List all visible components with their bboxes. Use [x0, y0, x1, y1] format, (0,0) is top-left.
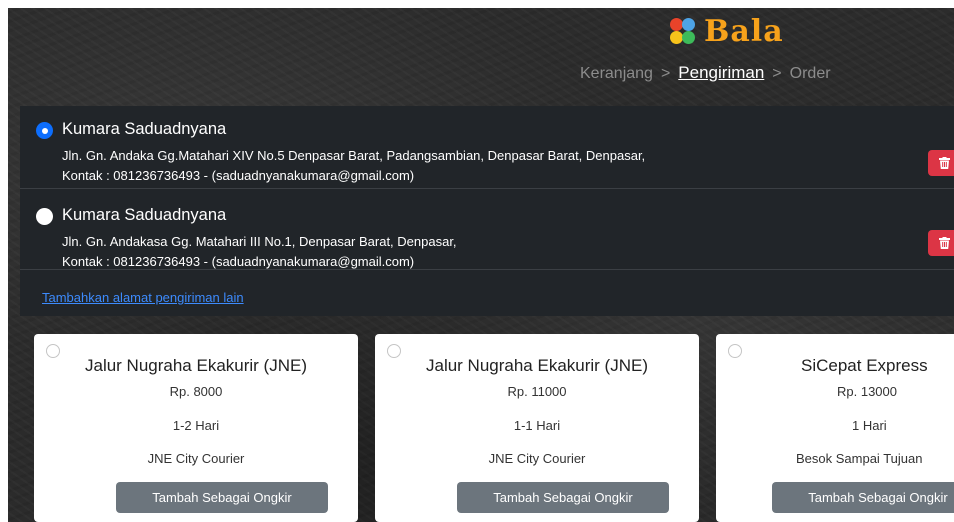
courier-price: Rp. 13000: [837, 384, 897, 399]
courier-name: SiCepat Express: [801, 356, 928, 375]
address-line: Jln. Gn. Andakasa Gg. Matahari III No.1,…: [62, 234, 457, 249]
brand-logo[interactable]: Bala: [668, 14, 784, 49]
courier-name: Jalur Nugraha Ekakurir (JNE): [84, 356, 307, 375]
courier-service: Besok Sampai Tujuan: [796, 451, 923, 466]
courier-radio[interactable]: [728, 344, 742, 358]
brand-name: Bala: [704, 14, 784, 49]
courier-service: JNE City Courier: [147, 451, 245, 466]
courier-card[interactable]: Jalur Nugraha Ekakurir (JNE) Rp. 8000 1-…: [34, 334, 358, 522]
breadcrumb-pengiriman[interactable]: Pengiriman: [678, 63, 764, 82]
address-contact: Kontak : 081236736493 - (saduadnyanakuma…: [62, 254, 415, 269]
add-shipping-button[interactable]: Tambah Sebagai Ongkir: [116, 482, 328, 513]
breadcrumb-order[interactable]: Order: [790, 65, 831, 82]
delete-address-button[interactable]: [928, 230, 954, 256]
address-item[interactable]: Kumara Saduadnyana Jln. Gn. Andaka Gg.Ma…: [20, 106, 954, 189]
courier-days: 1-1 Hari: [513, 418, 561, 433]
address-item[interactable]: Kumara Saduadnyana Jln. Gn. Andakasa Gg.…: [20, 190, 954, 270]
address-name: Kumara Saduadnyana: [62, 120, 227, 138]
courier-price: Rp. 11000: [507, 384, 567, 399]
address-contact: Kontak : 081236736493 - (saduadnyanakuma…: [62, 168, 415, 183]
add-address-link[interactable]: Tambahkan alamat pengiriman lain: [42, 290, 244, 305]
courier-service: JNE City Courier: [488, 451, 586, 466]
courier-price: Rp. 8000: [169, 384, 223, 399]
breadcrumb: Keranjang > Pengiriman > Order: [580, 63, 831, 83]
breadcrumb-separator: >: [660, 65, 671, 82]
address-radio-selected[interactable]: [36, 122, 53, 139]
courier-days: 1 Hari: [852, 418, 887, 433]
delete-address-button[interactable]: [928, 150, 954, 176]
courier-name: Jalur Nugraha Ekakurir (JNE): [425, 356, 648, 375]
address-radio-unselected[interactable]: [36, 208, 53, 225]
breadcrumb-keranjang[interactable]: Keranjang: [580, 65, 653, 82]
page-frame: Bala Keranjang > Pengiriman > Order Kumara S…: [8, 8, 954, 522]
address-name: Kumara Saduadnyana: [62, 206, 227, 224]
address-list: Kumara Saduadnyana Jln. Gn. Andaka Gg.Ma…: [20, 106, 954, 316]
breadcrumb-separator: >: [772, 65, 782, 82]
trash-icon: [938, 237, 950, 249]
address-line: Jln. Gn. Andaka Gg.Matahari XIV No.5 Den…: [62, 148, 646, 163]
courier-card[interactable]: Jalur Nugraha Ekakurir (JNE) Rp. 11000 1…: [375, 334, 699, 522]
courier-days: 1-2 Hari: [172, 418, 220, 433]
courier-card[interactable]: SiCepat Express Rp. 13000 1 Hari Besok S…: [716, 334, 954, 522]
add-shipping-button[interactable]: Tambah Sebagai Ongkir: [457, 482, 669, 513]
logo-dots-icon: [668, 17, 702, 47]
add-shipping-button[interactable]: Tambah Sebagai Ongkir: [772, 482, 954, 513]
trash-icon: [938, 157, 950, 169]
